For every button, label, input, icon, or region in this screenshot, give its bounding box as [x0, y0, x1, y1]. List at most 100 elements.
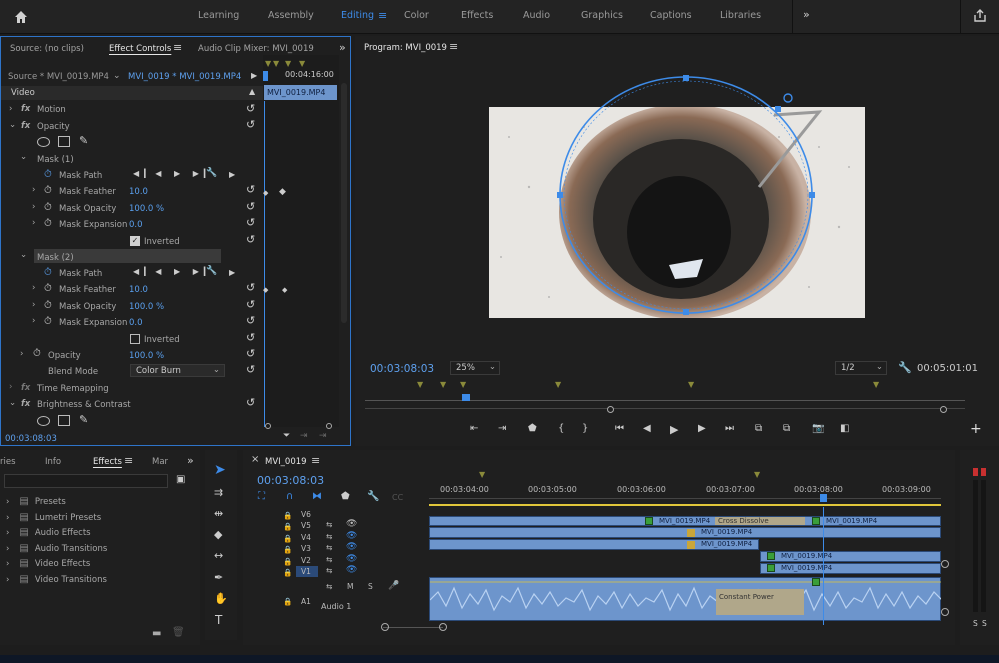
scroll-handle[interactable]	[941, 560, 949, 568]
tab-markers[interactable]: Mar	[152, 457, 168, 467]
mask2-feather-value[interactable]: 10.0	[129, 285, 148, 295]
marker-icon[interactable]: ▼	[555, 380, 561, 389]
timeline-title[interactable]: MVI_0019	[265, 457, 307, 467]
program-ruler[interactable]	[365, 393, 965, 401]
chevron-double-right-icon[interactable]: »	[803, 8, 810, 21]
opacity-value[interactable]: 100.0 %	[129, 351, 164, 361]
selection-tool-icon[interactable]: ➤	[214, 462, 226, 478]
workspace-tab-effects[interactable]: Effects	[461, 10, 493, 21]
workspace-tab-libraries[interactable]: Libraries	[720, 10, 761, 21]
ec-clip-bar[interactable]: MVI_0019.MP4	[264, 85, 337, 100]
mask1-opacity-value[interactable]: 100.0 %	[129, 204, 164, 214]
plus-icon[interactable]: +	[970, 421, 982, 437]
wrench-icon[interactable]: 🔧	[898, 361, 912, 374]
play-triangle-icon[interactable]: ▶	[229, 170, 235, 179]
tab-effects[interactable]: Effects	[93, 457, 122, 467]
go-to-out-icon[interactable]: }	[582, 423, 588, 434]
list-item[interactable]: › ▤ Video Effects	[6, 556, 90, 572]
sync-icon[interactable]: ⇆	[326, 555, 332, 564]
step-forward-icon[interactable]: ▶	[698, 423, 706, 434]
menu-icon[interactable]: ≡	[173, 41, 182, 54]
playhead[interactable]	[263, 71, 268, 81]
list-item[interactable]: › ▤ Audio Effects	[6, 525, 91, 541]
close-icon[interactable]: ×	[251, 454, 259, 465]
list-item[interactable]: › ▤ Audio Transitions	[6, 541, 107, 557]
reset-icon[interactable]: ↺	[246, 331, 255, 344]
track-method-icon[interactable]: 🔧	[206, 266, 217, 276]
menu-icon[interactable]: ≡	[311, 454, 320, 467]
slip-icon[interactable]: ↔	[214, 549, 223, 562]
ripple-edit-icon[interactable]: ⇹	[214, 507, 223, 520]
mask-track-controls[interactable]: ◀▎◀ ▶ ▶▎	[133, 267, 215, 276]
new-bin-icon[interactable]: ▣	[176, 474, 185, 485]
trash-icon[interactable]: 🗑	[172, 627, 185, 638]
ec-timecode[interactable]: 00:03:08:03	[5, 434, 57, 444]
overwrite-icon[interactable]: ⧉	[783, 423, 790, 434]
eye-icon[interactable]: 👁	[346, 531, 357, 541]
stopwatch-icon[interactable]: ⏱	[44, 169, 52, 180]
mask2-opacity-value[interactable]: 100.0 %	[129, 302, 164, 312]
tab-audio-clip-mixer[interactable]: Audio Clip Mixer: MVI_0019	[198, 44, 314, 54]
playhead[interactable]	[820, 494, 827, 502]
constant-power-transition[interactable]: Constant Power	[716, 589, 804, 615]
eye-icon[interactable]: 👁	[346, 519, 357, 529]
step-forward-edit-icon[interactable]: ⏭	[725, 423, 734, 434]
type-tool-icon[interactable]: T	[215, 613, 222, 627]
clip-label[interactable]: MVI_0019 * MVI_0019.MP4	[128, 72, 241, 82]
play-triangle-icon[interactable]: ▶	[229, 268, 235, 277]
reset-icon[interactable]: ↺	[246, 314, 255, 327]
wrench-icon[interactable]: 🔧	[367, 491, 379, 502]
mask1-feather-value[interactable]: 10.0	[129, 187, 148, 197]
sync-icon[interactable]: ⇆	[326, 566, 332, 575]
workspace-tab-color[interactable]: Color	[404, 10, 429, 21]
play-triangle-icon[interactable]: ▶	[251, 71, 257, 80]
stopwatch-icon[interactable]: ⏱	[44, 218, 52, 229]
search-input[interactable]	[4, 474, 168, 488]
marker-icon[interactable]: ▼	[440, 380, 446, 389]
sync-icon[interactable]: ⇆	[326, 520, 332, 529]
mask1-expansion-value[interactable]: 0.0	[129, 220, 143, 230]
linked-selection-icon[interactable]: ⧓	[312, 491, 322, 502]
workspace-tab-editing[interactable]: Editing	[341, 10, 374, 21]
reset-icon[interactable]: ↺	[246, 298, 255, 311]
home-icon[interactable]	[13, 9, 29, 25]
step-back-edit-icon[interactable]: ⏮	[615, 423, 624, 434]
pen-icon[interactable]: ✎	[79, 413, 88, 426]
marker-icon[interactable]: ▼	[754, 470, 760, 479]
filter-icon[interactable]: ⏷	[283, 431, 290, 441]
timeline-ruler[interactable]: ▼ ▼ 00:03:04:00 00:03:05:00 00:03:06:00 …	[429, 470, 941, 506]
list-item[interactable]: › ▤ Presets	[6, 494, 66, 510]
clip-indicator[interactable]	[973, 468, 978, 476]
reset-icon[interactable]: ↺	[246, 102, 255, 115]
share-icon[interactable]	[973, 9, 987, 23]
hand-icon[interactable]: ✋	[214, 592, 228, 605]
reset-icon[interactable]: ↺	[246, 200, 255, 213]
effect-brightness-contrast[interactable]: Brightness & Contrast	[37, 400, 131, 410]
effect-time-remapping[interactable]: Time Remapping	[37, 384, 109, 394]
clip-indicator[interactable]	[981, 468, 986, 476]
tab-effect-controls[interactable]: Effect Controls	[109, 44, 171, 54]
tab-info[interactable]: Info	[45, 457, 61, 467]
tab-libraries[interactable]: ries	[0, 457, 16, 467]
mask1-inverted-checkbox[interactable]: ✓	[130, 236, 140, 246]
playhead[interactable]	[462, 394, 470, 401]
reset-icon[interactable]: ↺	[246, 396, 255, 409]
ec-zoom-scroll[interactable]	[263, 423, 339, 429]
play-icon[interactable]: ▶	[670, 423, 678, 436]
list-item[interactable]: › ▤ Video Transitions	[6, 572, 107, 588]
clip-v4[interactable]	[429, 527, 941, 538]
chevron-double-right-icon[interactable]: »	[339, 41, 346, 54]
program-title[interactable]: Program: MVI_0019	[364, 43, 447, 53]
work-area-bar[interactable]	[429, 504, 941, 506]
marker-icon[interactable]: ▼	[688, 380, 694, 389]
keyframe-icon[interactable]: ◆	[263, 189, 268, 197]
keyframe-icon[interactable]: ◆	[279, 187, 286, 197]
camera-icon[interactable]: 📷	[812, 423, 824, 434]
mask2-expansion-value[interactable]: 0.0	[129, 318, 143, 328]
export-icon[interactable]: ⇥	[319, 431, 327, 441]
mute-button[interactable]: M	[347, 582, 353, 591]
solo-button[interactable]: S	[368, 582, 373, 591]
solo-right[interactable]: S	[982, 619, 987, 628]
mark-out-icon[interactable]: ⇥	[498, 423, 506, 434]
chevron-double-right-icon[interactable]: »	[187, 454, 194, 467]
